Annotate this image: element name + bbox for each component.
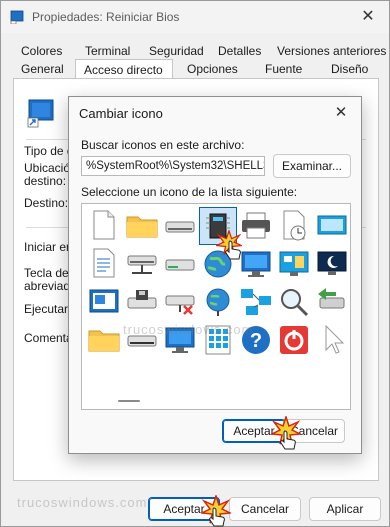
dialog-cancel-button[interactable]: Cancelar bbox=[283, 419, 345, 443]
tabs-row-1: Colores Terminal Seguridad Detalles Vers… bbox=[13, 43, 386, 62]
hand-cursor-icon bbox=[224, 240, 242, 260]
window-list-icon[interactable] bbox=[86, 284, 122, 320]
icon-path-input[interactable]: %SystemRoot%\System32\SHELL32.dll bbox=[81, 156, 265, 176]
text-document-icon[interactable] bbox=[86, 246, 122, 282]
folder-icon[interactable] bbox=[124, 208, 160, 244]
tab-detalles[interactable]: Detalles bbox=[210, 43, 269, 62]
change-icon-dialog: Cambiar icono ✕ Buscar iconos en este ar… bbox=[68, 96, 362, 454]
shortcut-icon bbox=[10, 10, 24, 24]
ubicacion-label-line2: destino: bbox=[24, 174, 67, 188]
title-bar: Propiedades: Reiniciar Bios ✕ bbox=[1, 1, 389, 33]
monitor-display-icon[interactable] bbox=[238, 246, 274, 282]
svg-text:?: ? bbox=[250, 330, 262, 352]
search-label: Buscar iconos en este archivo: bbox=[81, 138, 245, 152]
tab-versiones-anteriores[interactable]: Versiones anteriores bbox=[269, 43, 390, 62]
power-icon[interactable] bbox=[276, 322, 312, 358]
drive-dark-icon[interactable] bbox=[124, 322, 160, 358]
network-icon[interactable] bbox=[238, 284, 274, 320]
network-globe-icon[interactable] bbox=[200, 284, 236, 320]
disconnected-drive-icon[interactable] bbox=[162, 284, 198, 320]
dialog-ok-button[interactable]: Aceptar bbox=[222, 419, 286, 443]
browse-button[interactable]: Examinar... bbox=[273, 154, 351, 178]
help-icon[interactable]: ? bbox=[238, 322, 274, 358]
shortcut-large-icon bbox=[27, 99, 54, 128]
cancel-button[interactable]: Cancelar bbox=[229, 497, 301, 521]
blank-document-icon[interactable] bbox=[86, 208, 122, 244]
dialog-title: Cambiar icono bbox=[79, 106, 163, 121]
control-panel-icon[interactable] bbox=[276, 246, 312, 282]
tab-colores[interactable]: Colores bbox=[13, 43, 70, 62]
close-icon[interactable]: ✕ bbox=[357, 6, 379, 28]
drive-icon[interactable] bbox=[162, 208, 198, 244]
icon-list[interactable]: ? bbox=[81, 203, 351, 410]
network-drive-icon[interactable] bbox=[124, 246, 160, 282]
destino-label: Destino: bbox=[24, 196, 69, 210]
apply-button[interactable]: Aplicar bbox=[309, 497, 381, 521]
monitor-blue-icon[interactable] bbox=[162, 322, 198, 358]
watermark: trucoswindows.com bbox=[17, 495, 148, 510]
floppy-drive-icon[interactable] bbox=[124, 284, 160, 320]
window-title: Propiedades: Reiniciar Bios bbox=[32, 10, 180, 24]
monitor-window-icon[interactable] bbox=[314, 208, 350, 244]
calculator-grid-icon[interactable] bbox=[200, 322, 236, 358]
scrollbar-thumb[interactable] bbox=[118, 400, 140, 402]
drive-green-icon[interactable] bbox=[162, 246, 198, 282]
list-label: Seleccione un icono de la lista siguient… bbox=[81, 185, 298, 199]
dialog-close-icon[interactable]: ✕ bbox=[331, 103, 351, 123]
search-icon[interactable] bbox=[276, 284, 312, 320]
clock-document-icon[interactable] bbox=[276, 208, 312, 244]
ejecutar-label: Ejecutar: bbox=[24, 302, 72, 316]
ok-button[interactable]: Aceptar bbox=[148, 497, 220, 521]
printer-icon[interactable] bbox=[238, 208, 274, 244]
moon-monitor-icon[interactable] bbox=[314, 246, 350, 282]
usb-device-icon[interactable] bbox=[314, 284, 350, 320]
cursor-icon[interactable] bbox=[314, 322, 350, 358]
folder-open-icon[interactable] bbox=[86, 322, 122, 358]
